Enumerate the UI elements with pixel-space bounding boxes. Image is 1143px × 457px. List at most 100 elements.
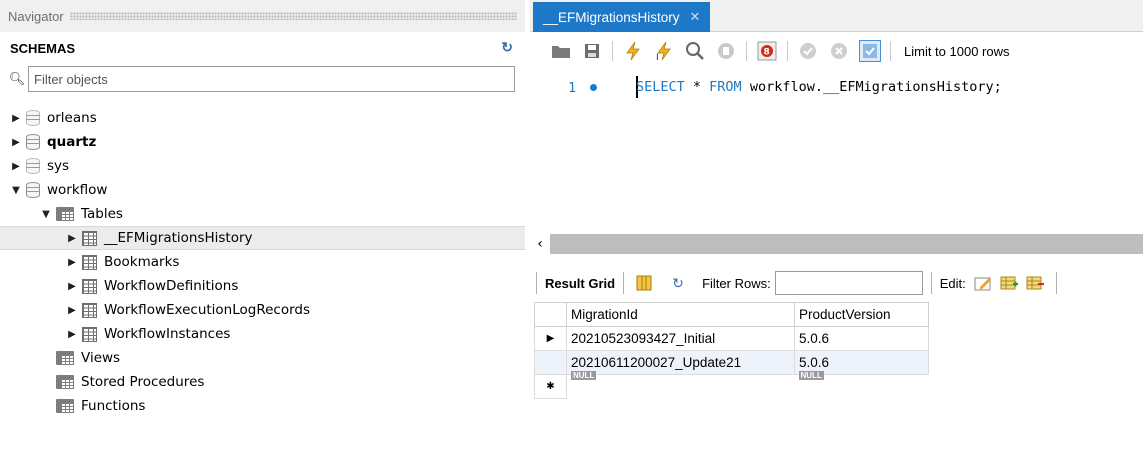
sql-toolbar: I 8 Limit to 1000 rows [530, 36, 1143, 66]
schema-item-orleans[interactable]: ▶ orleans [0, 106, 525, 130]
commit-icon[interactable] [797, 40, 819, 62]
query-tab[interactable]: __EFMigrationsHistory ✕ [533, 2, 711, 32]
edit-label: Edit: [939, 275, 966, 291]
editor-panel: __EFMigrationsHistory ✕ I 8 Limit to 100… [530, 0, 1143, 457]
database-icon [26, 134, 40, 150]
tables-folder-icon [56, 207, 74, 221]
column-header-migrationid[interactable]: MigrationId [566, 302, 795, 327]
close-tab-icon[interactable]: ✕ [690, 9, 701, 25]
table-item-bookmarks[interactable]: ▶ Bookmarks [0, 250, 525, 274]
tree-item-stored-procedures[interactable]: Stored Procedures [0, 370, 525, 394]
table-icon [82, 326, 97, 342]
schemas-label: SCHEMAS [10, 40, 76, 56]
filter-objects-input[interactable] [28, 66, 515, 92]
editor-tab-bar: __EFMigrationsHistory ✕ [530, 0, 1143, 32]
insert-row-icon[interactable] [1000, 275, 1018, 291]
table-item-workflowdefinitions[interactable]: ▶ WorkflowDefinitions [0, 274, 525, 298]
schema-item-sys[interactable]: ▶ sys [0, 154, 525, 178]
toolbar-separator [787, 41, 788, 61]
table-cell[interactable]: 20210523093427_Initial [566, 326, 795, 351]
sql-editor[interactable]: 1 SELECT * FROM workflow.__EFMigrationsH… [530, 70, 1143, 230]
table-item-workflowinstances[interactable]: ▶ WorkflowInstances [0, 322, 525, 346]
explain-icon[interactable] [684, 40, 706, 62]
expand-arrow-icon[interactable]: ▶ [66, 329, 78, 340]
limit-rows-select[interactable]: Limit to 1000 rows [904, 44, 1010, 59]
toggle-error-icon[interactable]: 8 [756, 40, 778, 62]
table-label: __EFMigrationsHistory [104, 230, 253, 246]
table-icon [82, 278, 97, 294]
sql-keyword: SELECT [636, 79, 685, 95]
new-row-icon: ✱ [534, 374, 567, 399]
table-cell[interactable]: NULL [567, 371, 795, 399]
execute-current-icon[interactable]: I [653, 40, 675, 62]
collapse-arrow-icon[interactable]: ▼ [40, 209, 52, 220]
new-row[interactable]: ✱ NULL NULL [534, 371, 929, 399]
toolbar-separator [1055, 272, 1057, 294]
toolbar-separator [890, 41, 891, 61]
toolbar-separator [612, 41, 613, 61]
delete-row-icon[interactable] [1026, 275, 1044, 291]
filter-rows-label: Filter Rows: [702, 275, 771, 291]
expand-arrow-icon[interactable]: ▶ [66, 257, 78, 268]
navigator-title: Navigator [8, 8, 64, 24]
open-file-icon[interactable] [550, 40, 572, 62]
toolbar-separator [930, 272, 932, 294]
null-badge: NULL [571, 371, 597, 381]
scroll-left-icon[interactable]: ‹ [530, 234, 550, 254]
expand-arrow-icon[interactable]: ▶ [66, 305, 78, 316]
current-row-icon: ▶ [534, 326, 567, 351]
tree-item-tables[interactable]: ▼ Tables [0, 202, 525, 226]
filter-rows-input[interactable] [774, 271, 923, 295]
column-header-productversion[interactable]: ProductVersion [794, 302, 929, 327]
procedures-folder-icon [56, 375, 74, 389]
row-header-corner [534, 302, 567, 327]
stop-icon[interactable] [715, 40, 737, 62]
functions-folder-icon [56, 399, 74, 413]
schema-item-workflow[interactable]: ▼ workflow [0, 178, 525, 202]
stored-procedures-label: Stored Procedures [81, 374, 205, 390]
schema-label: quartz [47, 134, 97, 150]
horizontal-scrollbar[interactable]: ‹ [530, 234, 1143, 254]
expand-arrow-icon[interactable]: ▶ [10, 137, 22, 148]
edit-row-icon[interactable] [974, 275, 992, 291]
table-item-efmigrationshistory[interactable]: ▶ __EFMigrationsHistory [0, 226, 525, 250]
database-icon [26, 182, 40, 198]
workbench-window: Navigator SCHEMAS ↻ 🔍︎ ▶ orleans ▶ quart… [0, 0, 1143, 457]
search-icon: 🔍︎ [8, 71, 26, 87]
execute-icon[interactable] [622, 40, 644, 62]
schema-tree: ▶ orleans ▶ quartz ▶ sys ▼ workflow ▼ Ta… [0, 106, 525, 418]
table-label: WorkflowDefinitions [104, 278, 239, 294]
sql-text: workflow.__EFMigrationsHistory; [741, 79, 1002, 95]
tree-item-views[interactable]: Views [0, 346, 525, 370]
save-icon[interactable] [581, 40, 603, 62]
line-number: 1 [568, 80, 577, 96]
expand-arrow-icon[interactable]: ▶ [10, 113, 22, 124]
schema-item-quartz[interactable]: ▶ quartz [0, 130, 525, 154]
null-badge: NULL [798, 371, 824, 381]
expand-arrow-icon[interactable]: ▶ [66, 281, 78, 292]
tree-item-functions[interactable]: Functions [0, 394, 525, 418]
expand-arrow-icon[interactable]: ▶ [66, 233, 78, 244]
panel-grip[interactable] [69, 12, 517, 20]
table-cell[interactable]: NULL [795, 371, 929, 399]
result-grid-tab[interactable]: Result Grid [545, 276, 615, 291]
table-item-workflowexecutionlogrecords[interactable]: ▶ WorkflowExecutionLogRecords [0, 298, 525, 322]
table-label: WorkflowExecutionLogRecords [104, 302, 311, 318]
grid-layout-icon[interactable] [636, 275, 654, 291]
table-row[interactable]: ▶ 20210523093427_Initial 5.0.6 [534, 326, 929, 351]
collapse-arrow-icon[interactable]: ▼ [10, 185, 22, 196]
refresh-results-icon[interactable]: ↻ [672, 275, 690, 291]
table-cell[interactable]: 20210611200027_Update21 [566, 350, 795, 375]
result-header-row: MigrationId ProductVersion [534, 302, 929, 327]
autocommit-icon[interactable] [859, 40, 881, 62]
schema-label: sys [47, 158, 70, 174]
functions-label: Functions [81, 398, 146, 414]
table-label: WorkflowInstances [104, 326, 231, 342]
refresh-schemas-icon[interactable]: ↻ [501, 39, 513, 56]
toolbar-separator [746, 41, 747, 61]
result-toolbar: Result Grid ↻ Filter Rows: Edit: [530, 268, 1143, 298]
expand-arrow-icon[interactable]: ▶ [10, 161, 22, 172]
sql-text: * [684, 79, 710, 95]
rollback-icon[interactable] [828, 40, 850, 62]
table-cell[interactable]: 5.0.6 [794, 326, 929, 351]
